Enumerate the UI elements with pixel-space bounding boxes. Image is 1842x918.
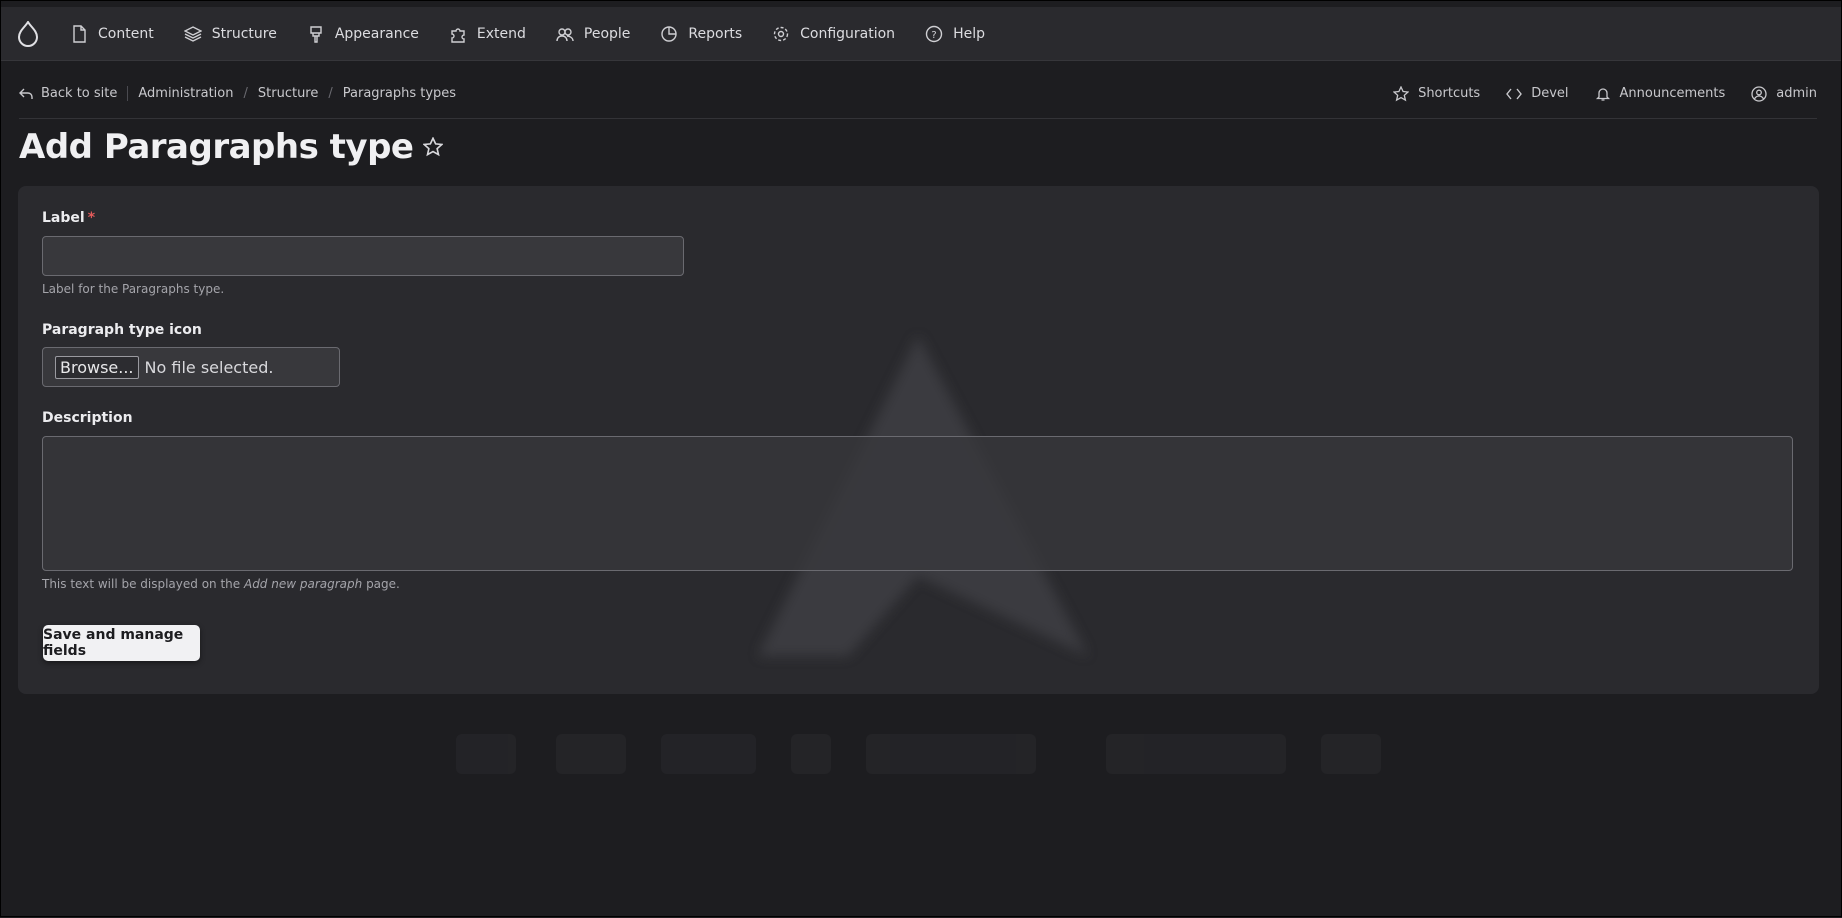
- breadcrumb-item-paragraphs-types[interactable]: Paragraphs types: [343, 86, 456, 101]
- back-label: Back to site: [41, 86, 118, 101]
- content-icon: [73, 24, 86, 43]
- announcements-label: Announcements: [1619, 86, 1726, 101]
- nav-label: People: [583, 25, 631, 42]
- icon-field-label: Paragraph type icon: [42, 322, 202, 338]
- label-input[interactable]: [42, 236, 684, 276]
- nav-item-help[interactable]: ? Help: [910, 7, 1000, 60]
- admin-toolbar: Content Structure Appearance Extend Peop…: [1, 7, 1841, 61]
- breadcrumb-separator: /: [328, 86, 333, 101]
- help-text-after: page.: [362, 577, 400, 591]
- user-tools: Shortcuts Devel Announcements admin: [1393, 85, 1817, 102]
- nav-label: Reports: [688, 25, 743, 42]
- description-field-label: Description: [42, 410, 133, 426]
- nav-item-extend[interactable]: Extend: [434, 7, 541, 60]
- main-nav: Content Structure Appearance Extend Peop…: [55, 7, 1000, 60]
- nav-item-reports[interactable]: Reports: [645, 7, 757, 60]
- breadcrumb-item-administration[interactable]: Administration: [138, 86, 233, 101]
- nav-item-configuration[interactable]: Configuration: [757, 7, 910, 60]
- help-icon: ?: [925, 25, 943, 42]
- save-and-manage-fields-button[interactable]: Save and manage fields: [43, 625, 200, 661]
- drupal-logo-icon[interactable]: [1, 7, 55, 60]
- label-help-text: Label for the Paragraphs type.: [42, 282, 225, 296]
- nav-label: Help: [953, 25, 985, 42]
- appearance-icon: [310, 25, 322, 43]
- breadcrumb: Back to site Administration / Structure …: [19, 86, 456, 101]
- nav-item-appearance[interactable]: Appearance: [292, 7, 434, 60]
- description-textarea[interactable]: [42, 436, 1793, 571]
- user-avatar-icon: [1751, 85, 1767, 102]
- required-marker: *: [87, 210, 96, 226]
- browse-button[interactable]: Browse...: [55, 355, 139, 379]
- form-card: Label * Label for the Paragraphs type. Pa…: [18, 186, 1819, 694]
- bell-icon: [1595, 87, 1610, 101]
- svg-text:?: ?: [931, 30, 936, 41]
- help-text-before: This text will be displayed on the: [42, 577, 244, 591]
- structure-icon: [183, 25, 202, 42]
- label-field-label: Label *: [42, 210, 95, 226]
- people-icon: [556, 27, 574, 41]
- nav-label: Configuration: [800, 25, 896, 42]
- reports-icon: [661, 25, 678, 42]
- secondary-toolbar: Back to site Administration / Structure …: [19, 69, 1817, 119]
- star-icon: [1393, 85, 1410, 101]
- shortcuts-button[interactable]: Shortcuts: [1393, 85, 1481, 102]
- nav-item-people[interactable]: People: [541, 7, 646, 60]
- shortcuts-label: Shortcuts: [1418, 86, 1481, 101]
- page-title: Add Paragraphs type: [19, 127, 444, 167]
- nav-label: Appearance: [334, 25, 419, 42]
- nav-label: Extend: [476, 25, 526, 42]
- favorite-star-icon[interactable]: [423, 137, 444, 157]
- description-help-text: This text will be displayed on the Add n…: [42, 577, 400, 591]
- breadcrumb-separator: /: [243, 86, 248, 101]
- user-menu-button[interactable]: admin: [1751, 85, 1817, 102]
- file-status: No file selected.: [144, 357, 274, 377]
- devel-label: Devel: [1531, 86, 1569, 101]
- configuration-icon: [773, 26, 789, 41]
- breadcrumb-item-structure[interactable]: Structure: [258, 86, 318, 101]
- nav-item-content[interactable]: Content: [55, 7, 169, 60]
- page-title-text: Add Paragraphs type: [19, 127, 414, 167]
- extend-icon: [451, 27, 465, 43]
- label-title: Label: [42, 210, 85, 226]
- devel-button[interactable]: Devel: [1506, 86, 1569, 102]
- help-text-emphasis: Add new paragraph: [243, 577, 363, 591]
- nav-item-structure[interactable]: Structure: [169, 7, 292, 60]
- nav-label: Content: [98, 25, 154, 42]
- user-label: admin: [1776, 86, 1817, 101]
- code-icon: [1506, 88, 1523, 99]
- back-to-site-link[interactable]: Back to site: [19, 86, 129, 101]
- announcements-button[interactable]: Announcements: [1595, 86, 1726, 102]
- icon-file-input[interactable]: Browse... No file selected.: [42, 347, 340, 387]
- back-arrow-icon: [19, 88, 33, 99]
- nav-label: Structure: [211, 25, 277, 42]
